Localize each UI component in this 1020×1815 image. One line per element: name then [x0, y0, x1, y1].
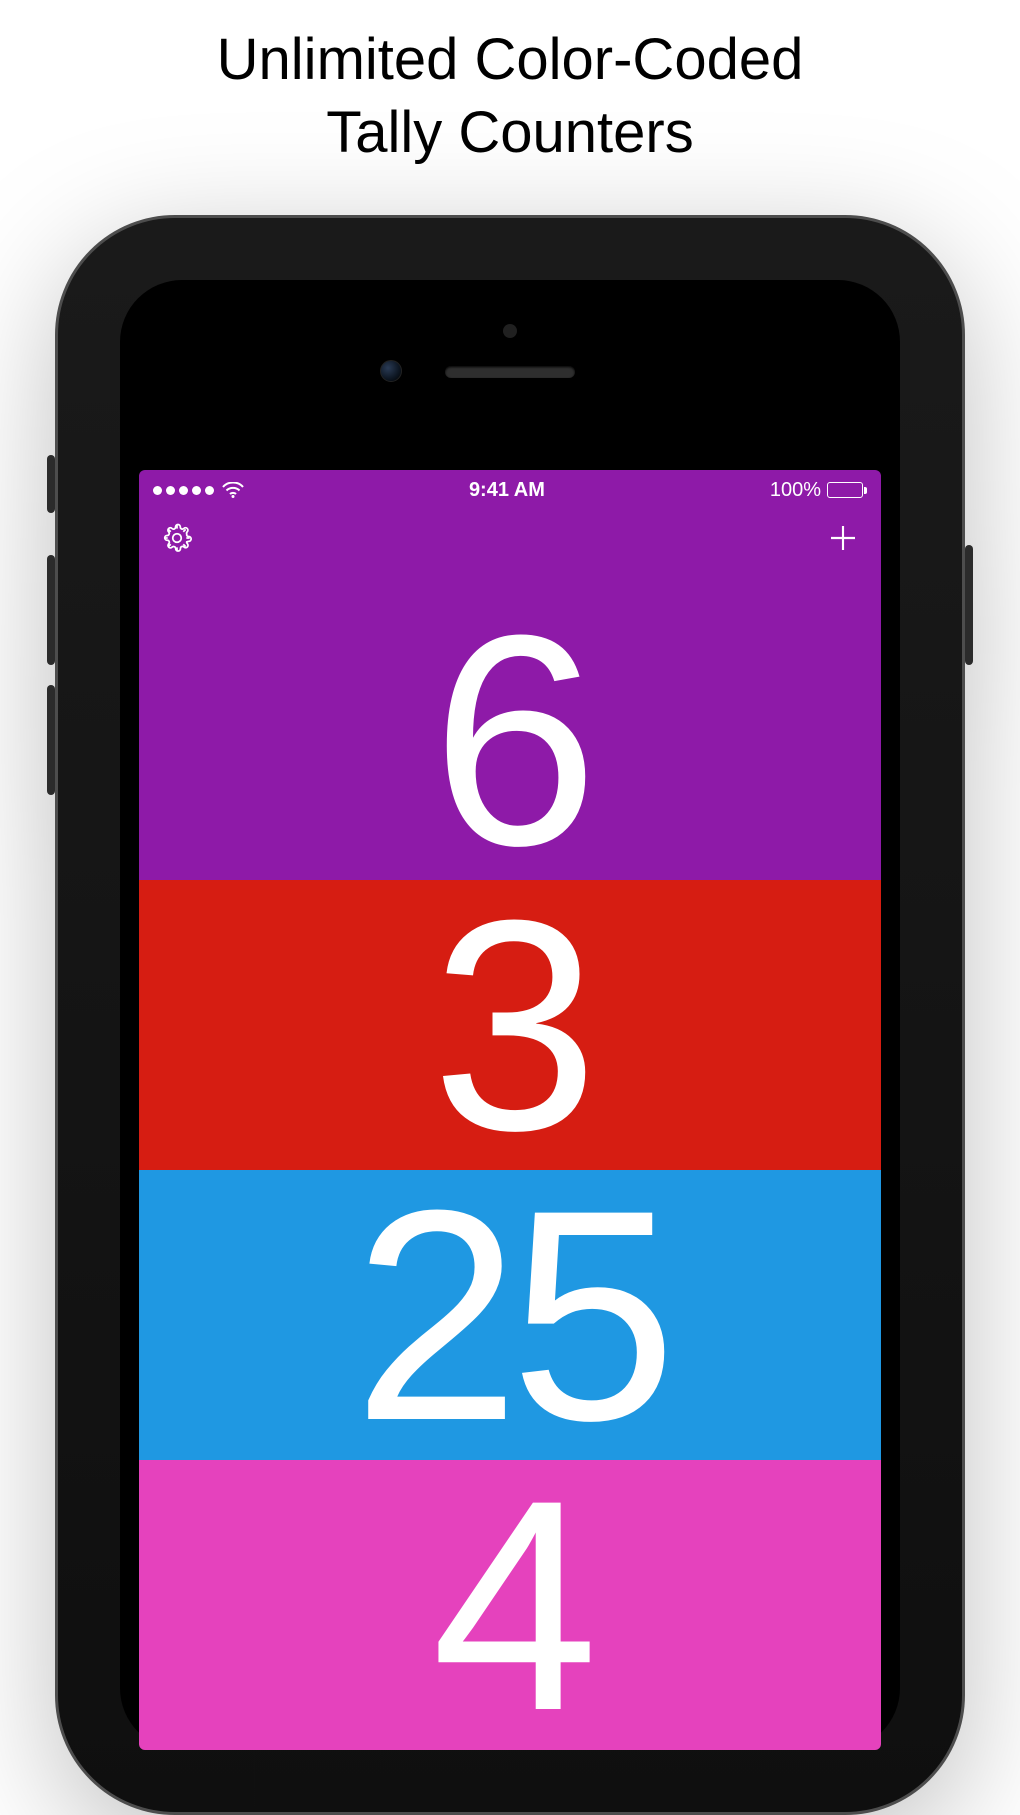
headline-line-2: Tally Counters — [0, 97, 1020, 170]
volume-up-button — [47, 555, 55, 665]
counter-value: 4 — [432, 1470, 589, 1740]
plus-icon — [827, 522, 859, 559]
counter-row[interactable]: 4 — [139, 1460, 881, 1750]
proximity-sensor — [503, 324, 517, 338]
earpiece-speaker — [445, 366, 575, 378]
nav-bar — [139, 510, 881, 570]
counter-value: 25 — [353, 1180, 667, 1450]
status-left — [153, 482, 244, 498]
battery-icon — [827, 482, 867, 498]
counter-list: 6 3 25 4 235 — [139, 570, 881, 1750]
status-right: 100% — [770, 479, 867, 502]
gear-icon — [161, 522, 193, 559]
counter-row[interactable]: 3 — [139, 880, 881, 1170]
add-counter-button[interactable] — [823, 520, 863, 560]
battery-percentage: 100% — [770, 479, 821, 502]
volume-down-button — [47, 685, 55, 795]
status-bar: 9:41 AM 100% — [139, 470, 881, 510]
counter-row[interactable]: 6 — [139, 570, 881, 880]
app-screen: 9:41 AM 100% — [139, 470, 881, 1750]
status-time: 9:41 AM — [469, 479, 545, 502]
phone-device-frame: 9:41 AM 100% — [55, 215, 965, 1815]
counter-value: 3 — [432, 890, 589, 1160]
wifi-icon — [222, 482, 244, 498]
counter-value: 6 — [432, 605, 589, 880]
counter-row[interactable]: 25 — [139, 1170, 881, 1460]
front-camera — [380, 360, 402, 382]
settings-button[interactable] — [157, 520, 197, 560]
mute-switch — [47, 455, 55, 513]
cell-signal-icon — [153, 486, 214, 495]
marketing-headline: Unlimited Color-Coded Tally Counters — [0, 0, 1020, 169]
power-button — [965, 545, 973, 665]
headline-line-1: Unlimited Color-Coded — [0, 24, 1020, 97]
